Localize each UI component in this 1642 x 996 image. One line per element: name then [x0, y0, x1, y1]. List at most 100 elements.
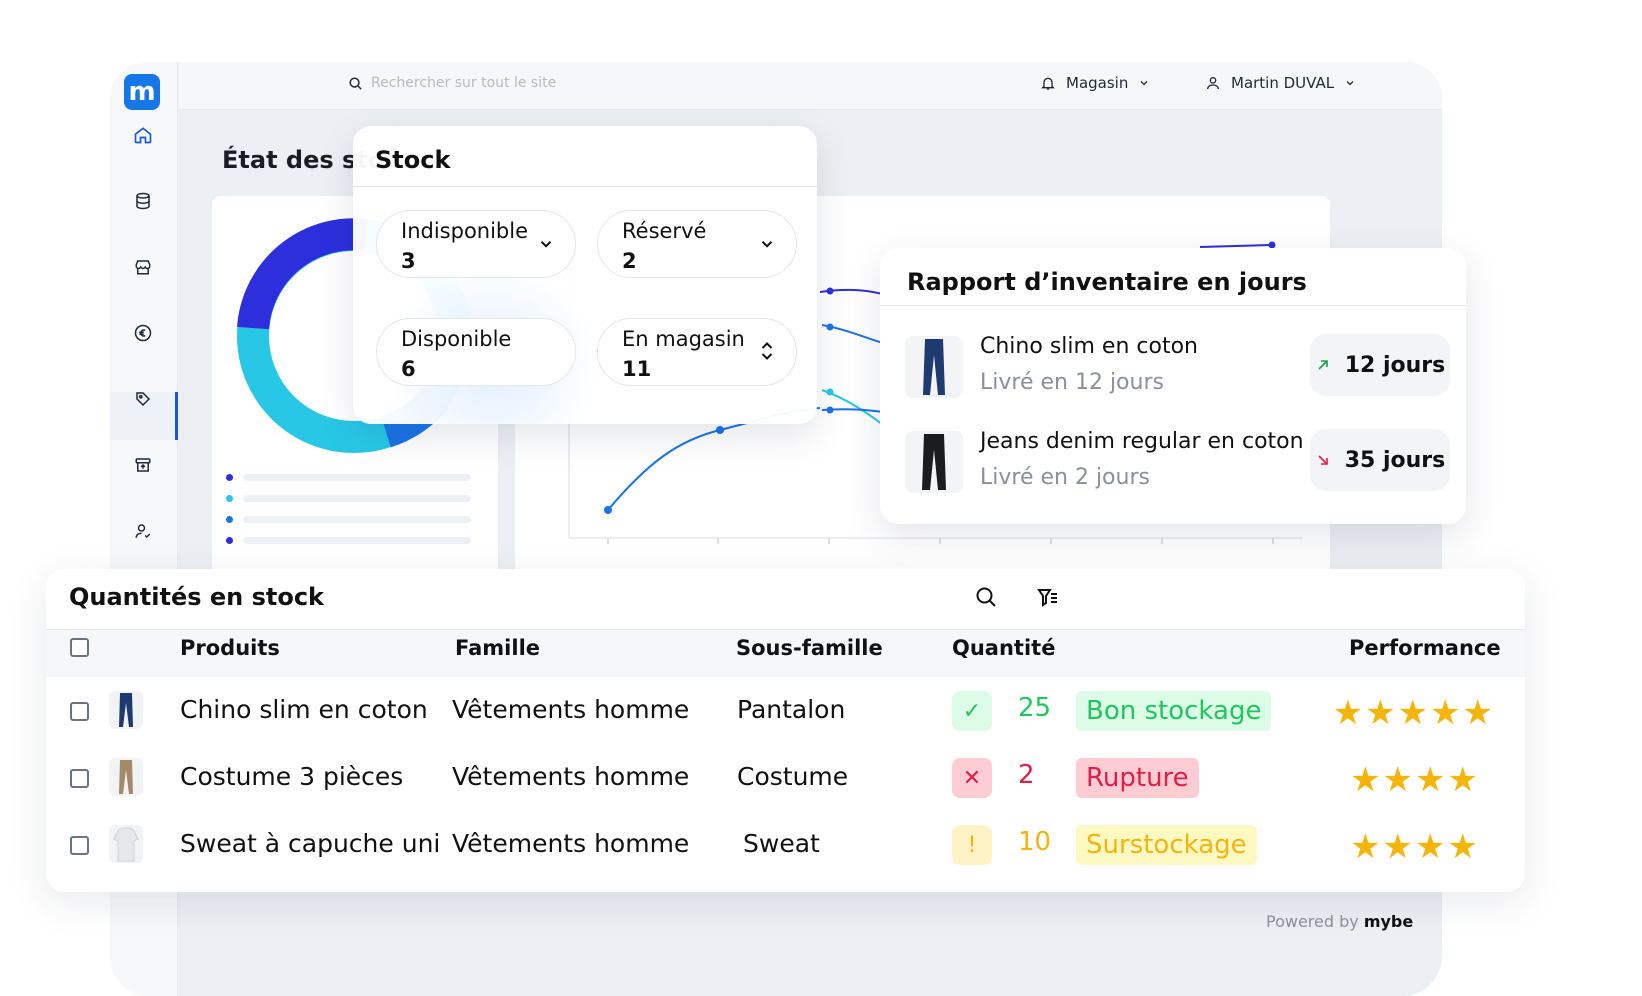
- table-row[interactable]: Chino slim en coton Vêtements homme Pant…: [46, 681, 1525, 747]
- stock-pill-disponible[interactable]: Disponible 6: [376, 318, 576, 386]
- magasin-label: Magasin: [1066, 74, 1129, 92]
- table-title: Quantités en stock: [69, 583, 325, 611]
- euro-icon[interactable]: [132, 322, 154, 344]
- powered-by-text: Powered by: [1266, 912, 1359, 931]
- cell-produit: Sweat à capuche uni: [180, 829, 441, 858]
- col-header-famille[interactable]: Famille: [455, 636, 540, 660]
- col-header-sous-famille[interactable]: Sous-famille: [736, 636, 883, 660]
- cell-produit: Chino slim en coton: [180, 695, 428, 724]
- magasin-selector[interactable]: Magasin: [1040, 74, 1150, 92]
- pill-value: 3: [401, 249, 416, 273]
- chevron-down-icon: [540, 241, 552, 248]
- report-product-name: Chino slim en coton: [980, 334, 1198, 359]
- pill-label: Indisponible: [401, 219, 529, 243]
- status-badge: Surstockage: [1076, 825, 1257, 865]
- pill-value: 11: [622, 357, 652, 381]
- trousers-image: [923, 339, 945, 395]
- row-checkbox[interactable]: [70, 769, 89, 788]
- stock-quantities-card: Quantités en stock Produits Famille Sous…: [46, 569, 1525, 892]
- trousers-image: [119, 693, 133, 727]
- product-thumbnail: [109, 758, 143, 796]
- search-placeholder: Rechercher sur tout le site: [371, 75, 557, 91]
- user-name: Martin DUVAL: [1231, 74, 1335, 92]
- report-row[interactable]: Chino slim en coton Livré en 12 jours 12…: [905, 334, 1450, 400]
- inventory-report-popup: Rapport d’inventaire en jours Chino slim…: [880, 248, 1466, 524]
- table-header: Produits Famille Sous-famille Quantité P…: [46, 629, 1525, 677]
- status-badge: Bon stockage: [1076, 691, 1272, 731]
- legend-item: [226, 537, 471, 544]
- cell-famille: Vêtements homme: [452, 695, 690, 724]
- chevron-up-down-icon: [761, 342, 773, 360]
- star-rating: ★★★★: [1350, 827, 1480, 867]
- divider: [353, 186, 817, 187]
- chart-point: [716, 426, 724, 434]
- home-icon[interactable]: [132, 124, 154, 146]
- select-all-checkbox[interactable]: [70, 638, 89, 657]
- chevron-down-icon: [1140, 81, 1148, 86]
- cell-produit: Costume 3 pièces: [180, 762, 404, 791]
- trend-up-icon: [1318, 360, 1328, 370]
- stock-pill-indisponible[interactable]: Indisponible 3: [376, 210, 576, 278]
- database-icon[interactable]: [132, 190, 154, 212]
- archive-icon[interactable]: [132, 454, 154, 476]
- col-header-performance[interactable]: Performance: [1349, 636, 1501, 660]
- col-header-produits[interactable]: Produits: [180, 636, 280, 660]
- pill-label: En magasin: [622, 327, 745, 351]
- tag-icon[interactable]: [132, 388, 154, 410]
- report-row[interactable]: Jeans denim regular en coton Livré en 2 …: [905, 429, 1450, 495]
- legend-item: [226, 474, 471, 481]
- report-days: 12 jours: [1344, 352, 1446, 378]
- table-row[interactable]: Costume 3 pièces Vêtements homme Costume…: [46, 748, 1525, 814]
- cell-sous-famille: Costume: [737, 762, 849, 791]
- product-thumbnail: [109, 691, 143, 729]
- top-bar: Rechercher sur tout le site Magasin Mart…: [178, 62, 1442, 110]
- store-icon[interactable]: [132, 256, 154, 278]
- cell-quantite: 10: [1018, 827, 1052, 857]
- row-checkbox[interactable]: [70, 836, 89, 855]
- suit-image: [119, 760, 133, 794]
- search-icon: [349, 76, 362, 90]
- stock-pill-en-magasin[interactable]: En magasin 11: [597, 318, 797, 386]
- chart-point: [826, 406, 834, 414]
- cell-sous-famille: Sweat: [743, 829, 820, 858]
- powered-by: Powered by mybe: [1266, 912, 1413, 931]
- legend-item: [226, 516, 471, 523]
- cell-sous-famille: Pantalon: [737, 695, 846, 724]
- legend-item: [226, 495, 471, 502]
- stock-pill-reserve[interactable]: Réservé 2: [597, 210, 797, 278]
- pill-value: 6: [401, 357, 416, 381]
- row-checkbox[interactable]: [70, 702, 89, 721]
- warning-icon: !: [952, 825, 992, 865]
- trend-down-icon: [1318, 455, 1328, 465]
- cell-quantite: 25: [1018, 693, 1052, 723]
- chevron-down-icon: [761, 241, 773, 248]
- user-menu[interactable]: Martin DUVAL: [1205, 74, 1356, 92]
- product-thumbnail: [109, 825, 143, 863]
- user-icon[interactable]: [132, 520, 154, 542]
- search-input[interactable]: Rechercher sur tout le site: [348, 75, 556, 91]
- pill-value: 2: [622, 249, 637, 273]
- search-icon[interactable]: [974, 585, 998, 609]
- jeans-image: [922, 434, 946, 490]
- pill-label: Disponible: [401, 327, 512, 351]
- filter-icon[interactable]: [1036, 585, 1060, 609]
- app-logo[interactable]: m: [124, 74, 160, 110]
- donut-segment-navy: [237, 218, 368, 330]
- cell-quantite: 2: [1018, 760, 1035, 790]
- bell-icon: [1041, 77, 1055, 90]
- check-icon: ✓: [952, 691, 992, 731]
- star-rating: ★★★★: [1350, 760, 1480, 800]
- status-badge: Rupture: [1076, 758, 1199, 798]
- product-thumbnail: [905, 431, 963, 493]
- col-header-quantite[interactable]: Quantité: [952, 636, 1055, 660]
- stock-popup: Stock Indisponible 3 Réservé 2 Disponibl…: [353, 126, 817, 424]
- report-days-badge: 12 jours: [1310, 334, 1450, 396]
- pill-label: Réservé: [622, 219, 707, 243]
- chart-point: [604, 506, 612, 514]
- report-product-name: Jeans denim regular en coton: [980, 429, 1304, 454]
- cell-famille: Vêtements homme: [452, 762, 690, 791]
- chart-point: [826, 323, 834, 331]
- chart-line-top: [1199, 244, 1273, 248]
- chevron-down-icon: [1346, 81, 1354, 86]
- table-row[interactable]: Sweat à capuche uni Vêtements homme Swea…: [46, 815, 1525, 881]
